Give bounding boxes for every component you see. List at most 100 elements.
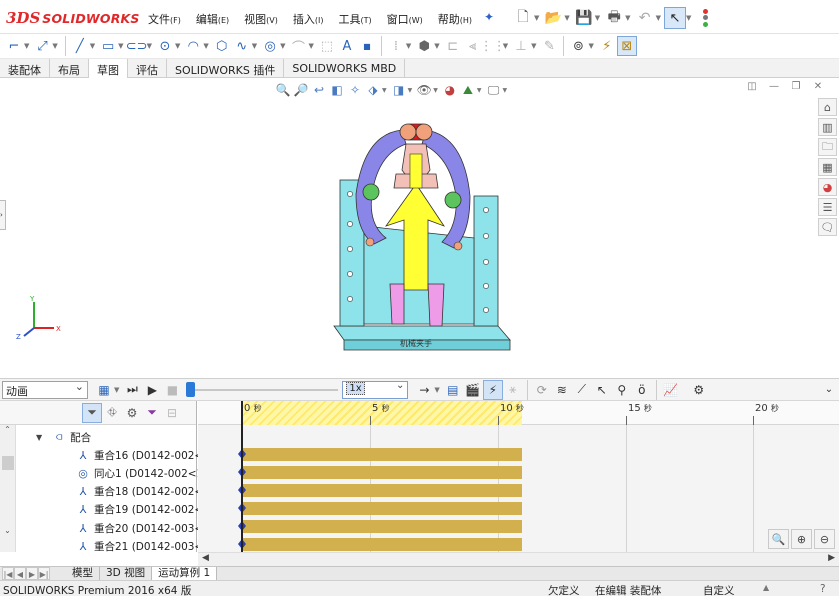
solidworks-logo[interactable]: 3DS SOLIDWORKS (6, 9, 140, 27)
line-dropdown-icon[interactable]: ▼ (90, 42, 95, 50)
calculate-dropdown-icon[interactable]: ▼ (114, 386, 119, 394)
tab-addins[interactable]: SOLIDWORKS 插件 (167, 59, 285, 78)
display-relations-icon[interactable]: ⊚ (568, 36, 588, 56)
timeline-key-bar[interactable] (242, 466, 522, 479)
undo-dropdown-icon[interactable]: ▼ (656, 14, 661, 22)
current-time-bar[interactable] (241, 401, 243, 552)
section-view-icon[interactable]: ◧ (328, 81, 346, 99)
tab-evaluate[interactable]: 评估 (128, 59, 167, 78)
filter-results-icon[interactable]: ⏷ (142, 403, 162, 423)
forum-icon[interactable]: 🗨 (818, 218, 837, 236)
play-icon[interactable]: ▶ (142, 380, 162, 400)
convert-dropdown-icon[interactable]: ▼ (434, 42, 439, 50)
scroll-thumb[interactable] (2, 456, 14, 470)
play-from-start-icon[interactable]: ⏭ (122, 380, 142, 400)
text-icon[interactable]: A (337, 36, 357, 56)
quick-snaps-icon[interactable]: ⚡ (597, 36, 617, 56)
arc-icon[interactable]: ◠ (183, 36, 203, 56)
design-library-icon[interactable]: ▥ (818, 118, 837, 136)
hide-show-items-icon[interactable]: 👁 (415, 81, 433, 99)
menu-help[interactable]: 帮助(H) (438, 11, 472, 27)
hide-show-dropdown-icon[interactable]: ▼ (433, 87, 438, 94)
study-type-select[interactable]: 动画 (2, 380, 88, 399)
slider-thumb[interactable] (186, 381, 196, 397)
trim-icon[interactable]: ⁞ (386, 36, 406, 56)
playback-speed-select[interactable]: 1x (342, 380, 409, 399)
filter-driving-icon[interactable]: ⛗ (102, 403, 122, 423)
motor-icon[interactable]: ⟳ (532, 380, 552, 400)
tree-row[interactable]: ⅄ 重合16 (D0142-002< (36, 446, 204, 464)
timeline-key-bar[interactable] (242, 520, 522, 533)
gripper-assembly-model[interactable]: 机械夹手 (320, 114, 520, 354)
menu-file[interactable]: 文件(F) (148, 11, 181, 27)
undo-icon[interactable]: ↶ (634, 7, 656, 29)
unit-system[interactable]: 自定义 (703, 583, 735, 596)
animation-wizard-icon[interactable]: 🎬 (463, 380, 483, 400)
previous-view-icon[interactable]: ↩ (310, 81, 328, 99)
trim-dropdown-icon[interactable]: ▼ (406, 42, 411, 50)
rectangle-dropdown-icon[interactable]: ▼ (118, 42, 123, 50)
point-icon[interactable]: ■ (357, 36, 377, 56)
print-icon[interactable]: 🖶 (603, 7, 625, 29)
ellipse-icon[interactable]: ◎ (260, 36, 280, 56)
tree-vertical-scrollbar[interactable]: ⌃ ⌄ (0, 425, 16, 552)
save-icon[interactable]: 💾 (573, 7, 595, 29)
slot-icon[interactable]: ⊂⊃ (126, 36, 148, 56)
close-icon[interactable]: ✕ (807, 81, 829, 92)
pattern-dropdown-icon[interactable]: ▼ (503, 42, 508, 50)
display-style-dropdown-icon[interactable]: ▼ (408, 87, 413, 94)
timeline-key-bar[interactable] (242, 484, 522, 497)
scroll-up-icon[interactable]: ⌃ (0, 425, 15, 434)
print-dropdown-icon[interactable]: ▼ (625, 14, 630, 22)
force-icon[interactable]: ↖ (592, 380, 612, 400)
arc-dropdown-icon[interactable]: ▼ (203, 42, 208, 50)
results-and-plots-icon[interactable]: 📈 (661, 380, 681, 400)
autokey-filter-icon[interactable]: ⊟ (162, 403, 182, 423)
scroll-left-icon[interactable]: ◀ (202, 553, 209, 563)
view-settings-dropdown-icon[interactable]: ▼ (503, 87, 508, 94)
menu-insert[interactable]: 插入(I) (293, 11, 324, 27)
view-orientation-icon[interactable]: ⬗ (364, 81, 382, 99)
rapid-sketch-icon[interactable]: ⊠ (616, 36, 637, 56)
tree-row[interactable]: ⅄ 重合21 (D0142-003< (36, 537, 204, 555)
menu-window[interactable]: 窗口(W) (387, 11, 423, 27)
circle-dropdown-icon[interactable]: ▼ (175, 42, 180, 50)
save-animation-icon[interactable]: ▤ (443, 380, 463, 400)
tab-mbd[interactable]: SOLIDWORKS MBD (284, 59, 406, 78)
move-entities-icon[interactable]: ⊥ (511, 36, 531, 56)
tab-model[interactable]: 模型 (66, 567, 100, 580)
menu-view[interactable]: 视图(V) (244, 11, 278, 27)
pin-icon[interactable]: ✦ (484, 10, 494, 24)
timeline-key-bar[interactable] (242, 538, 522, 551)
open-icon[interactable]: 📂 (542, 7, 564, 29)
move-dropdown-icon[interactable]: ▼ (531, 42, 536, 50)
playback-mode-icon[interactable]: → (414, 380, 434, 400)
graphics-area[interactable]: 🔍 🔎 ↩ ◧ ✧ ⬗ ▼ ◨ ▼ 👁 ▼ ◕ ⛰ ▼ 🖵 ▼ ◫ — ❐ ✕ ⌂ ▥ 🗀… (0, 78, 839, 378)
collapse-arrow-icon[interactable]: ▼ (36, 433, 42, 442)
relations-dropdown-icon[interactable]: ▼ (588, 42, 593, 50)
tree-row[interactable]: ◎ 同心1 (D0142-002<1 (36, 464, 203, 482)
ellipse-dropdown-icon[interactable]: ▼ (280, 42, 285, 50)
zoom-to-area-icon[interactable]: 🔎 (292, 81, 310, 99)
line-icon[interactable]: ╱ (70, 36, 90, 56)
timeline-horizontal-scrollbar[interactable]: ◀ ▶ (198, 552, 839, 566)
zoom-out-icon[interactable]: ⊖ (814, 529, 835, 549)
linear-pattern-icon[interactable]: ⋮⋮ (480, 36, 506, 56)
filter-animated-icon[interactable]: ⏷ (82, 402, 102, 423)
zoom-to-fit-icon[interactable]: 🔍 (274, 81, 292, 99)
next-tab-icon[interactable]: ▶ (26, 567, 38, 580)
tab-layout[interactable]: 布局 (50, 59, 89, 78)
tree-row[interactable]: ⅄ 重合18 (D0142-002< (36, 483, 204, 501)
polygon-icon[interactable]: ⬡ (212, 36, 232, 56)
display-style-icon[interactable]: ◨ (390, 81, 408, 99)
edit-appearance-icon[interactable]: ◕ (441, 81, 459, 99)
file-explorer-icon[interactable]: 🗀 (818, 138, 837, 156)
first-tab-icon[interactable]: |◀ (2, 567, 14, 580)
tree-row[interactable]: ⅄ 重合20 (D0142-003< (36, 519, 204, 537)
stop-icon[interactable]: ■ (162, 380, 182, 400)
dimension-dropdown-icon[interactable]: ▼ (52, 42, 57, 50)
add-key-icon[interactable]: ⚹ (503, 380, 523, 400)
timeline-key-bar[interactable] (242, 502, 522, 515)
motion-study-properties-icon[interactable]: ⚙ (689, 380, 709, 400)
new-dropdown-icon[interactable]: ▼ (534, 14, 539, 22)
